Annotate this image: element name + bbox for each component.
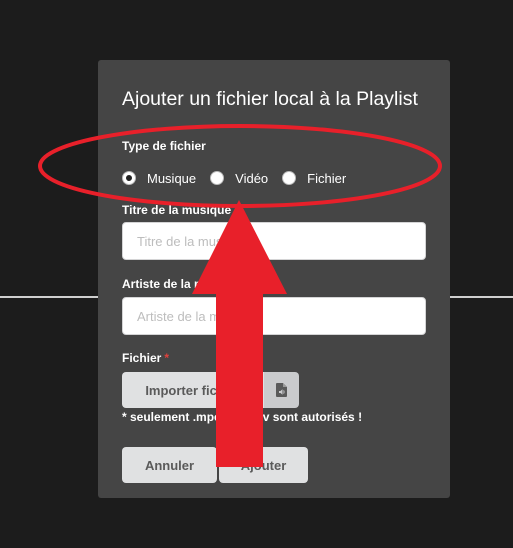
radio-musique[interactable]: Musique: [122, 171, 196, 186]
modal-title: Ajouter un fichier local à la Playlist: [122, 88, 418, 110]
file-type-radio-group: Musique Vidéo Fichier: [122, 168, 346, 188]
file-label: Fichier *: [122, 351, 169, 365]
file-audio-icon-button[interactable]: [264, 372, 299, 408]
radio-musique-button[interactable]: [122, 171, 136, 185]
radio-fichier[interactable]: Fichier: [282, 171, 346, 186]
required-mark: *: [164, 351, 170, 365]
music-title-label: Titre de la musique: [122, 203, 232, 217]
radio-fichier-label: Fichier: [307, 170, 347, 186]
cancel-button[interactable]: Annuler: [122, 447, 217, 483]
radio-musique-label: Musique: [147, 170, 197, 186]
add-button[interactable]: Ajouter: [219, 447, 308, 483]
radio-video-button[interactable]: [210, 171, 225, 185]
file-import-group: Importer fichier: [122, 372, 299, 408]
add-local-file-modal: Ajouter un fichier local à la Playlist T…: [98, 60, 450, 498]
music-artist-input[interactable]: [122, 297, 426, 335]
radio-video-label: Vidéo: [235, 170, 269, 186]
music-artist-label: Artiste de la musique: [122, 277, 244, 291]
music-title-input[interactable]: [122, 222, 426, 260]
file-type-label: Type de fichier: [122, 139, 206, 153]
radio-fichier-button[interactable]: [282, 171, 297, 185]
import-file-button[interactable]: Importer fichier: [122, 372, 264, 408]
file-audio-icon: [276, 383, 287, 397]
file-label-text: Fichier: [122, 351, 162, 365]
file-format-note: * seulement .mpeg & .wav sont autorisés …: [122, 410, 363, 424]
radio-video[interactable]: Vidéo: [210, 171, 268, 186]
